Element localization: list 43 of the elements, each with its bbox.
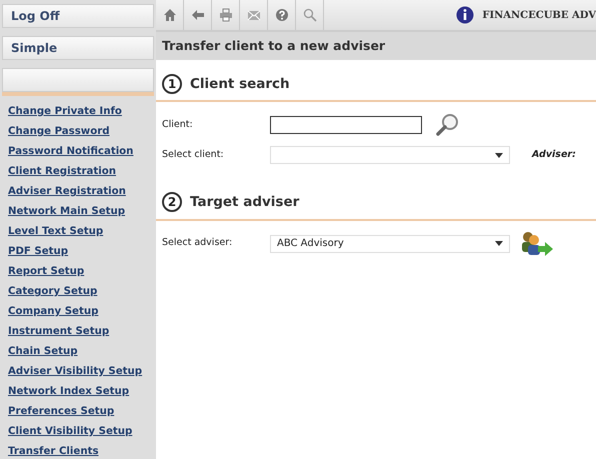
- home-icon[interactable]: [162, 8, 176, 22]
- sidebar-link[interactable]: Adviser Registration: [0, 182, 156, 202]
- sidebar-link[interactable]: Network Index Setup: [0, 382, 156, 402]
- field-label: Client:: [162, 118, 194, 132]
- search-icon[interactable]: [302, 8, 316, 22]
- sidebar-link[interactable]: Client Registration: [0, 162, 156, 182]
- sidebar-button[interactable]: Log Off: [2, 4, 154, 28]
- sidebar-link[interactable]: Instrument Setup: [0, 322, 156, 342]
- caret-icon: [495, 152, 503, 158]
- dropdown[interactable]: ABC Advisory: [270, 234, 510, 252]
- magnifier-icon[interactable]: [436, 113, 460, 138]
- field-label: Select adviser:: [162, 236, 234, 250]
- sidebar-link[interactable]: PDF Setup: [0, 242, 156, 262]
- brand-name: FINANCECUBE ADV: [482, 8, 596, 22]
- input-field[interactable]: [270, 116, 422, 134]
- sidebar-link[interactable]: Network Main Setup: [0, 202, 156, 222]
- sidebar-link[interactable]: Transfer Clients: [0, 442, 156, 459]
- print-icon[interactable]: [218, 8, 232, 22]
- caret-icon: [495, 241, 503, 246]
- mail-icon[interactable]: [246, 8, 260, 22]
- step-number: 2: [162, 192, 182, 212]
- sidebar-link[interactable]: Report Setup: [0, 262, 156, 282]
- field-label: Select client:: [162, 148, 225, 162]
- help-icon[interactable]: [274, 8, 288, 22]
- info-icon[interactable]: [456, 6, 474, 24]
- adviser-label: Adviser:: [532, 148, 576, 162]
- sidebar-link[interactable]: Change Password: [0, 122, 156, 142]
- section-title: Target adviser: [190, 193, 300, 212]
- sidebar-link[interactable]: Level Text Setup: [0, 222, 156, 242]
- page-title: Transfer client to a new adviser: [156, 32, 596, 60]
- step-number: 1: [162, 74, 182, 94]
- sidebar-link[interactable]: Preferences Setup: [0, 402, 156, 422]
- users-arrow-icon[interactable]: [520, 230, 554, 256]
- section-title: Client search: [190, 75, 290, 94]
- sidebar-link[interactable]: Category Setup: [0, 282, 156, 302]
- sidebar-link[interactable]: Company Setup: [0, 302, 156, 322]
- back-arrow-icon[interactable]: [190, 8, 204, 22]
- sidebar-link[interactable]: Chain Setup: [0, 342, 156, 362]
- sidebar-link[interactable]: Password Notification: [0, 142, 156, 162]
- sidebar-button[interactable]: Simple: [2, 36, 154, 60]
- sidebar-link[interactable]: Adviser Visibility Setup: [0, 362, 156, 382]
- sidebar-link[interactable]: Client Visibility Setup: [0, 422, 156, 442]
- sidebar-link[interactable]: Change Private Info: [0, 102, 156, 122]
